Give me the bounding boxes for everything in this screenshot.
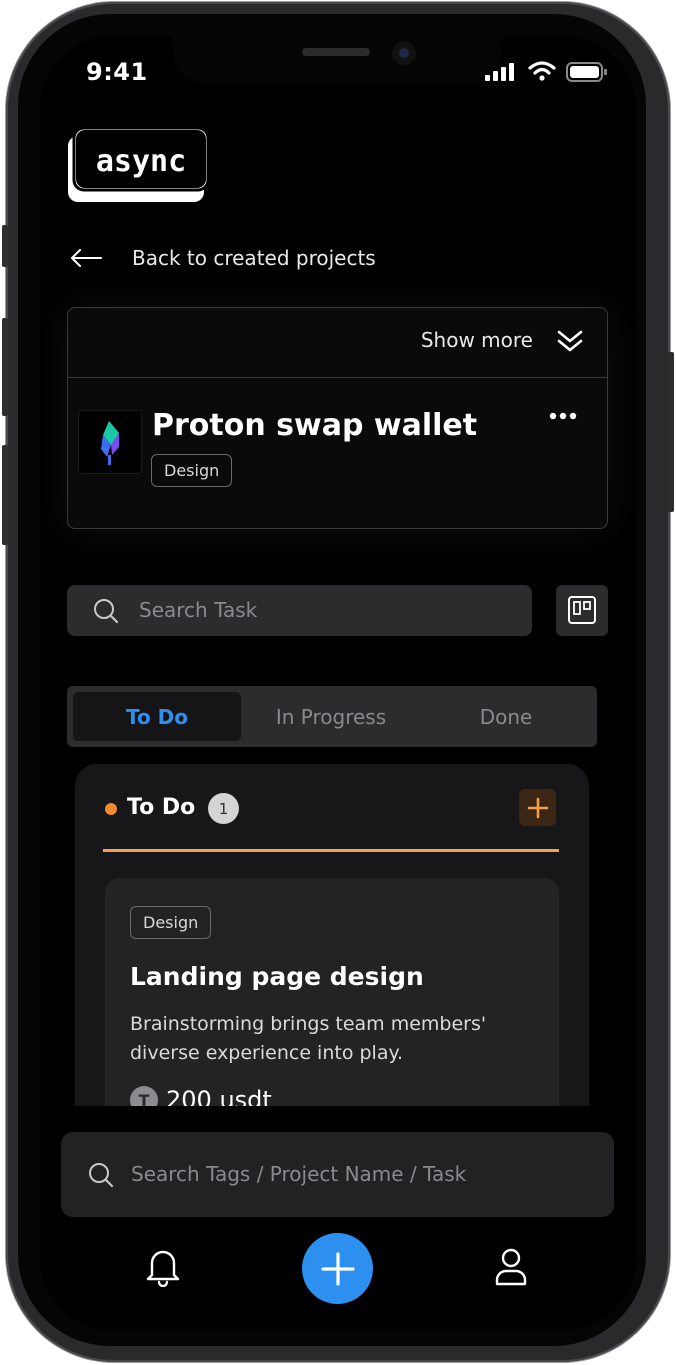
task-card[interactable]: Design Landing page design Brainstorming… bbox=[105, 878, 559, 1106]
plus-icon bbox=[320, 1251, 355, 1286]
plus-icon bbox=[527, 797, 548, 818]
notch bbox=[173, 36, 501, 84]
arrow-left-icon bbox=[71, 249, 102, 267]
front-camera bbox=[392, 41, 416, 65]
search-icon bbox=[94, 599, 119, 624]
status-tabs: To Do In Progress Done bbox=[67, 686, 597, 747]
token-icon: T bbox=[130, 1086, 158, 1106]
card-divider bbox=[68, 377, 607, 378]
wifi-icon bbox=[528, 60, 556, 86]
volume-up-button bbox=[2, 318, 8, 416]
project-logo bbox=[78, 410, 142, 474]
task-tag: Design bbox=[130, 906, 212, 939]
task-description: Brainstorming brings team members' diver… bbox=[130, 1013, 487, 1064]
back-link[interactable]: Back to created projects bbox=[70, 246, 376, 270]
board-view-button[interactable] bbox=[556, 585, 608, 636]
show-more-label[interactable]: Show more bbox=[421, 328, 533, 352]
mute-switch bbox=[2, 225, 8, 267]
kanban-icon bbox=[568, 596, 596, 624]
project-tag: Design bbox=[151, 454, 233, 487]
reward-amount: 200 usdt bbox=[166, 1086, 272, 1106]
add-task-button[interactable] bbox=[519, 789, 556, 826]
column-title: To Do bbox=[127, 795, 196, 820]
tab-done[interactable]: Done bbox=[422, 692, 590, 741]
task-reward: T 200 usdt bbox=[130, 1086, 272, 1106]
bell-icon bbox=[146, 1250, 180, 1288]
user-icon bbox=[495, 1248, 527, 1286]
tab-in-progress[interactable]: In Progress bbox=[247, 692, 415, 741]
async-logo[interactable]: async bbox=[66, 126, 210, 204]
create-button[interactable] bbox=[302, 1233, 373, 1304]
logo-text: async bbox=[96, 144, 186, 179]
volume-down-button bbox=[2, 445, 8, 545]
signal-icon bbox=[485, 62, 519, 86]
tab-to-do[interactable]: To Do bbox=[73, 692, 241, 741]
column-accent-line bbox=[103, 849, 559, 852]
back-label: Back to created projects bbox=[132, 246, 376, 270]
column-count-badge: 1 bbox=[208, 793, 239, 824]
double-chevron-down-icon[interactable] bbox=[557, 328, 583, 354]
todo-column: To Do 1 Design Landing page design Brain… bbox=[75, 764, 589, 1106]
project-title: Proton swap wallet bbox=[152, 408, 478, 443]
more-options-icon[interactable] bbox=[549, 412, 577, 420]
profile-button[interactable] bbox=[494, 1248, 528, 1290]
task-title: Landing page design bbox=[130, 962, 424, 991]
search-icon bbox=[89, 1163, 114, 1188]
battery-icon bbox=[566, 61, 610, 87]
column-status-dot bbox=[105, 803, 117, 815]
search-task-placeholder: Search Task bbox=[139, 598, 258, 622]
notifications-button[interactable] bbox=[146, 1247, 180, 1291]
status-time: 9:41 bbox=[86, 58, 148, 86]
global-search-placeholder: Search Tags / Project Name / Task bbox=[131, 1162, 467, 1186]
project-card: Show more Proton swap wallet Design bbox=[67, 307, 608, 529]
global-search-input[interactable]: Search Tags / Project Name / Task bbox=[61, 1132, 614, 1217]
search-task-input[interactable]: Search Task bbox=[67, 585, 532, 636]
speaker bbox=[302, 48, 370, 56]
power-button bbox=[668, 352, 674, 512]
